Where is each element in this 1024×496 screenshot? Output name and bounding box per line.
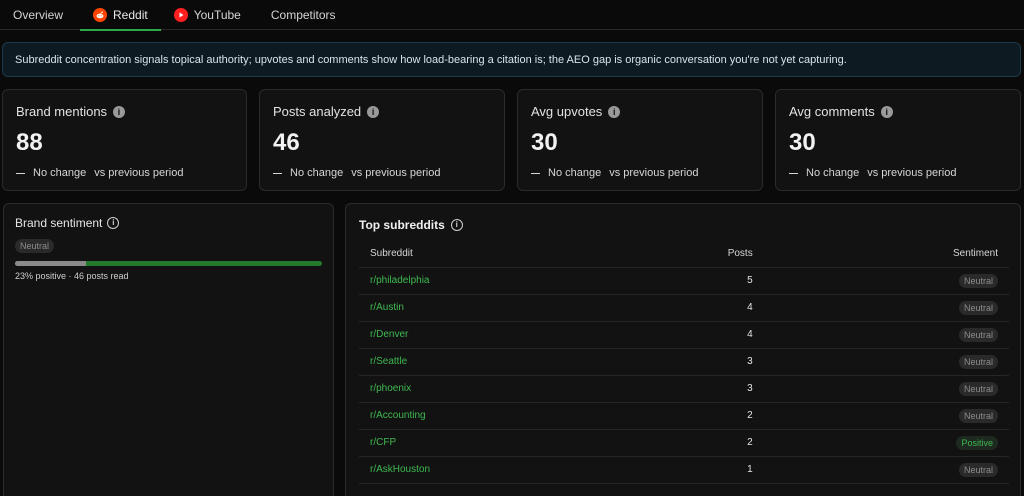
table-row[interactable]: r/CFP 2 Positive: [359, 429, 1009, 457]
post-count: 3: [716, 348, 764, 376]
info-icon[interactable]: i: [113, 105, 126, 118]
subreddit-name[interactable]: r/CFP: [359, 429, 717, 457]
change-text: No change: [33, 167, 87, 179]
subreddit-name[interactable]: r/Accounting: [359, 402, 717, 430]
info-icon[interactable]: i: [608, 105, 621, 118]
top-subreddits-panel: Top subreddits i Subreddit Posts Sentime…: [345, 203, 1021, 496]
sentiment-badge: Neutral: [15, 239, 55, 253]
reddit-icon: [93, 8, 108, 22]
info-banner: Subreddit concentration signals topical …: [2, 42, 1021, 77]
card-brand-mentions: Brand mentions i 88 No change vs previous …: [2, 89, 247, 191]
sentiment-bar: [15, 261, 322, 266]
tab-competitors[interactable]: Competitors: [258, 0, 349, 30]
info-icon[interactable]: i: [107, 217, 120, 229]
subreddit-name[interactable]: r/Austin: [359, 294, 717, 322]
period-text: vs previous period: [351, 167, 441, 179]
tab-bar: Overview Reddit YouTube Competitors: [0, 0, 1024, 31]
tab-youtube[interactable]: YouTube: [161, 0, 254, 30]
sentiment-pill: Neutral: [958, 354, 998, 369]
youtube-icon: [173, 8, 188, 22]
change-text: No change: [806, 167, 860, 179]
sentiment-pill: Neutral: [958, 462, 998, 477]
table-row[interactable]: r/Denver 4 Neutral: [359, 321, 1009, 349]
post-count: 4: [716, 294, 764, 322]
card-value: 30: [789, 129, 816, 156]
sentiment-bar-positive: [15, 261, 86, 266]
sentiment-summary: 23% positive · 46 posts read: [15, 271, 129, 281]
info-icon[interactable]: i: [367, 105, 380, 118]
card-title: Posts analyzed: [273, 104, 362, 119]
brand-sentiment-panel: Brand sentiment i Neutral 23% positive ·…: [3, 203, 334, 496]
header-posts[interactable]: Posts: [716, 240, 764, 268]
card-value: 46: [273, 129, 300, 156]
tab-reddit[interactable]: Reddit: [80, 0, 161, 31]
table-row[interactable]: r/Austin 4 Neutral: [359, 294, 1009, 322]
info-icon[interactable]: i: [880, 105, 893, 118]
post-count: 1: [716, 456, 764, 484]
table-row[interactable]: r/phoenix 3 Neutral: [359, 375, 1009, 403]
sentiment-title: Brand sentiment: [15, 216, 103, 230]
card-value: 88: [16, 129, 43, 156]
sentiment-pill: Neutral: [958, 381, 998, 396]
subreddit-name[interactable]: r/AskHouston: [359, 456, 717, 484]
sentiment-pill: Neutral: [958, 300, 998, 315]
subreddit-name[interactable]: r/Denver: [359, 321, 717, 349]
table-row[interactable]: r/Accounting 2 Neutral: [359, 402, 1009, 430]
tab-youtube-label: YouTube: [193, 8, 241, 22]
info-icon[interactable]: i: [450, 219, 463, 231]
card-posts-analyzed: Posts analyzed i 46 No change vs previous …: [259, 89, 505, 191]
dash-icon: [16, 172, 25, 174]
table-row[interactable]: r/Seattle 3 Neutral: [359, 348, 1009, 376]
change-text: No change: [290, 167, 344, 179]
subreddits-title: Top subreddits: [359, 218, 445, 232]
change-text: No change: [548, 167, 602, 179]
tab-reddit-label: Reddit: [113, 8, 148, 22]
post-count: 2: [716, 429, 764, 457]
tab-competitors-label: Competitors: [270, 8, 336, 22]
table-header-row: Subreddit Posts Sentiment: [359, 240, 1009, 268]
header-sentiment[interactable]: Sentiment: [763, 240, 1009, 268]
post-count: 2: [716, 402, 764, 430]
sentiment-pill: Neutral: [958, 327, 998, 342]
dash-icon: [273, 172, 282, 174]
period-text: vs previous period: [867, 167, 957, 179]
period-text: vs previous period: [609, 167, 699, 179]
sentiment-pill: Neutral: [958, 273, 998, 288]
subreddits-table: Subreddit Posts Sentiment r/philadelphia…: [359, 240, 1009, 484]
tab-overview-label: Overview: [13, 8, 64, 22]
table-row[interactable]: r/AskHouston 1 Neutral: [359, 456, 1009, 484]
sentiment-pill: Positive: [956, 435, 998, 450]
dash-icon: [531, 172, 540, 174]
sentiment-pill: Neutral: [958, 408, 998, 423]
card-avg-comments: Avg comments i 30 No change vs previous pe…: [775, 89, 1021, 191]
card-value: 30: [531, 129, 558, 156]
card-title: Avg comments: [789, 104, 875, 119]
dash-icon: [789, 172, 798, 174]
tab-overview[interactable]: Overview: [0, 0, 76, 30]
period-text: vs previous period: [94, 167, 184, 179]
post-count: 5: [716, 267, 764, 295]
post-count: 3: [716, 375, 764, 403]
table-row[interactable]: r/philadelphia 5 Neutral: [359, 267, 1009, 295]
card-title: Avg upvotes: [531, 104, 603, 119]
card-title: Brand mentions: [16, 104, 108, 119]
post-count: 4: [716, 321, 764, 349]
banner-text: Subreddit concentration signals topical …: [15, 53, 847, 66]
subreddit-name[interactable]: r/phoenix: [359, 375, 717, 403]
header-subreddit[interactable]: Subreddit: [359, 240, 717, 268]
card-avg-upvotes: Avg upvotes i 30 No change vs previous per…: [517, 89, 763, 191]
subreddit-name[interactable]: r/philadelphia: [359, 267, 717, 295]
subreddit-name[interactable]: r/Seattle: [359, 348, 717, 376]
